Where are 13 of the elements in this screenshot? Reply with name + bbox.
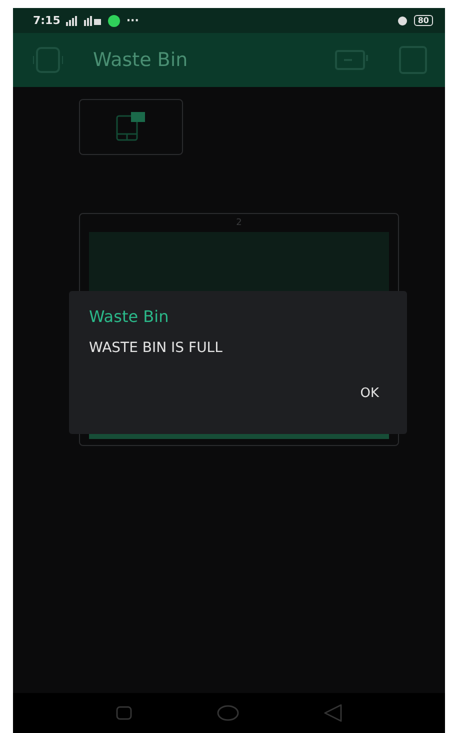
home-icon[interactable] xyxy=(216,705,239,721)
dialog-title: Waste Bin xyxy=(89,307,170,326)
back-icon[interactable] xyxy=(324,704,342,722)
tablet-icon xyxy=(115,112,147,142)
more-notifications: ··· xyxy=(126,14,139,27)
recent-apps-icon[interactable] xyxy=(116,706,132,720)
status-time: 7:15 xyxy=(33,14,60,27)
dialog-message: WASTE BIN IS FULL xyxy=(89,340,224,356)
battery-level: 80 xyxy=(414,15,433,26)
device-tile[interactable] xyxy=(79,99,183,155)
app-title: Waste Bin xyxy=(93,49,188,71)
ok-button[interactable]: OK xyxy=(352,382,387,405)
signal-icon xyxy=(66,16,102,26)
